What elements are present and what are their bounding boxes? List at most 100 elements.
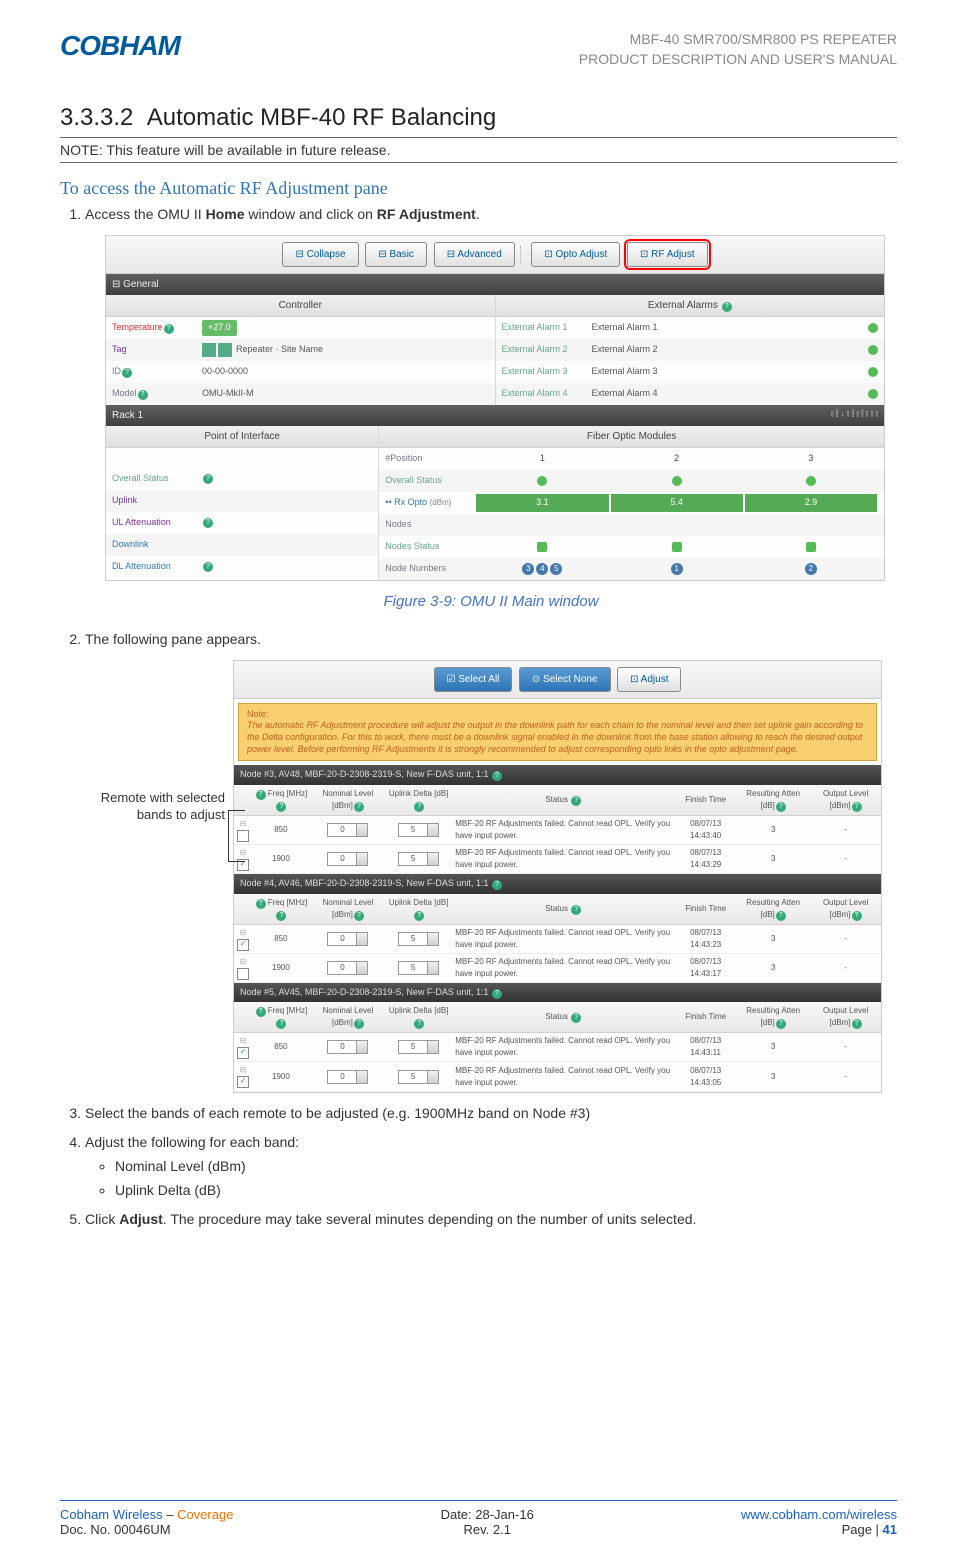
dropdown-icon[interactable] [357,1040,368,1054]
atten-cell: 3 [736,815,810,844]
btn-basic[interactable]: ⊟ Basic [365,242,427,267]
procedure-list: Access the OMU II Home window and click … [60,204,897,1229]
btn-select-all[interactable]: ☑ Select All [434,667,513,692]
nominal-level-input[interactable]: 0 [327,823,357,837]
status-dot-icon [868,345,878,355]
dropdown-icon[interactable] [428,852,439,866]
footer-rev: Rev. 2.1 [441,1522,534,1537]
status-dot-icon [868,323,878,333]
step-1: Access the OMU II Home window and click … [85,204,897,614]
status-dot-icon [868,367,878,377]
btn-select-none[interactable]: ⊙ Select None [519,667,611,692]
uplink-delta-input[interactable]: 5 [398,823,428,837]
uplink-delta-input[interactable]: 5 [398,961,428,975]
rx-opto-2: 5.4 [611,494,743,512]
band-table: ? Freq [MHz]?Nominal Level [dBm]?Uplink … [234,1002,881,1091]
node-numbers-label: Node Numbers [385,562,475,576]
band-checkbox[interactable] [237,1047,249,1059]
finish-time-cell: 08/07/13 14:43:05 [675,1062,736,1091]
uplink-delta-input[interactable]: 5 [398,1040,428,1054]
nominal-level-input[interactable]: 0 [327,1040,357,1054]
dropdown-icon[interactable] [428,1070,439,1084]
poi-overall-status: Overall Status [112,472,202,486]
status-cell: MBF-20 RF Adjustments failed. Cannot rea… [451,815,675,844]
rx-opto-3: 2.9 [745,494,877,512]
dropdown-icon[interactable] [357,823,368,837]
atten-cell: 3 [736,845,810,874]
help-icon[interactable]: ? [138,390,148,400]
output-level-cell: - [810,953,881,982]
tag-value: Repeater · Site Name [236,343,489,357]
atten-cell: 3 [736,1062,810,1091]
row-temperature: Temperature? [112,321,202,335]
fiber-header: Fiber Optic Modules [379,426,884,448]
dropdown-icon[interactable] [357,961,368,975]
poi-uplink: Uplink [112,494,202,508]
band-table: ? Freq [MHz]?Nominal Level [dBm]?Uplink … [234,894,881,983]
band-table: ? Freq [MHz]?Nominal Level [dBm]?Uplink … [234,785,881,874]
ext-alarm-3-label: External Alarm 3 [502,365,592,379]
nominal-level-input[interactable]: 0 [327,1070,357,1084]
freq-cell: 850 [252,815,310,844]
btn-adjust[interactable]: ⊡ Adjust [617,667,681,692]
status-cell: MBF-20 RF Adjustments failed. Cannot rea… [451,953,675,982]
output-level-cell: - [810,1062,881,1091]
status-dot-icon [868,389,878,399]
atten-cell: 3 [736,1033,810,1062]
annotation-bracket-icon [228,810,245,862]
dropdown-icon[interactable] [357,852,368,866]
dropdown-icon[interactable] [357,1070,368,1084]
lock-icon[interactable] [202,343,216,357]
output-level-cell: - [810,924,881,953]
help-icon[interactable]: ? [203,518,213,528]
section-title: Automatic MBF-40 RF Balancing [147,104,496,131]
temp-value: +27.0 [202,320,237,336]
btn-opto-adjust[interactable]: ⊡ Opto Adjust [531,242,620,267]
poi-downlink: Downlink [112,538,202,552]
nominal-level-input[interactable]: 0 [327,932,357,946]
edit-icon[interactable] [218,343,232,357]
nodes-status-label: Nodes Status [385,540,475,554]
band-checkbox[interactable] [237,939,249,951]
uplink-delta-input[interactable]: 5 [398,1070,428,1084]
finish-time-cell: 08/07/13 14:43:23 [675,924,736,953]
output-level-cell: - [810,845,881,874]
step-2: The following pane appears. Remote with … [85,629,897,1093]
ext-alarm-4-label: External Alarm 4 [502,387,592,401]
page-footer: Cobham Wireless – Coverage Doc. No. 0004… [60,1500,897,1537]
help-icon[interactable]: ? [203,562,213,572]
node-header: Node #4, AV46, MBF-20-D-2308-2319-S, New… [234,874,881,894]
nominal-level-input[interactable]: 0 [327,961,357,975]
rx-opto-label: •• Rx Opto (dBm) [385,496,475,510]
dropdown-icon[interactable] [428,932,439,946]
dropdown-icon[interactable] [428,823,439,837]
dropdown-icon[interactable] [428,1040,439,1054]
note-box: NOTE: This feature will be available in … [60,137,897,163]
uplink-delta-input[interactable]: 5 [398,932,428,946]
nominal-level-input[interactable]: 0 [327,852,357,866]
help-icon[interactable]: ? [492,880,502,890]
band-checkbox[interactable] [237,1076,249,1088]
btn-collapse[interactable]: ⊟ Collapse [282,242,358,267]
step-3: Select the bands of each remote to be ad… [85,1103,897,1124]
band-checkbox[interactable] [237,968,249,980]
status-cell: MBF-20 RF Adjustments failed. Cannot rea… [451,845,675,874]
poi-ul-atten: UL Attenuation [112,516,202,530]
uplink-delta-input[interactable]: 5 [398,852,428,866]
help-icon[interactable]: ? [122,368,132,378]
fiber-overall-status: Overall Status [385,474,475,488]
help-icon[interactable]: ? [164,324,174,334]
help-icon[interactable]: ? [492,989,502,999]
btn-rf-adjust[interactable]: ⊡ RF Adjust [627,242,708,267]
dropdown-icon[interactable] [357,932,368,946]
help-icon[interactable]: ? [203,474,213,484]
ext-alarm-1-val: External Alarm 1 [592,321,869,335]
footer-url: www.cobham.com/wireless [741,1507,897,1522]
help-icon[interactable]: ? [722,302,732,312]
row-model: Model? [112,387,202,401]
nodes-label: Nodes [385,518,475,532]
dropdown-icon[interactable] [428,961,439,975]
atten-cell: 3 [736,924,810,953]
btn-advanced[interactable]: ⊟ Advanced [434,242,515,267]
help-icon[interactable]: ? [492,771,502,781]
